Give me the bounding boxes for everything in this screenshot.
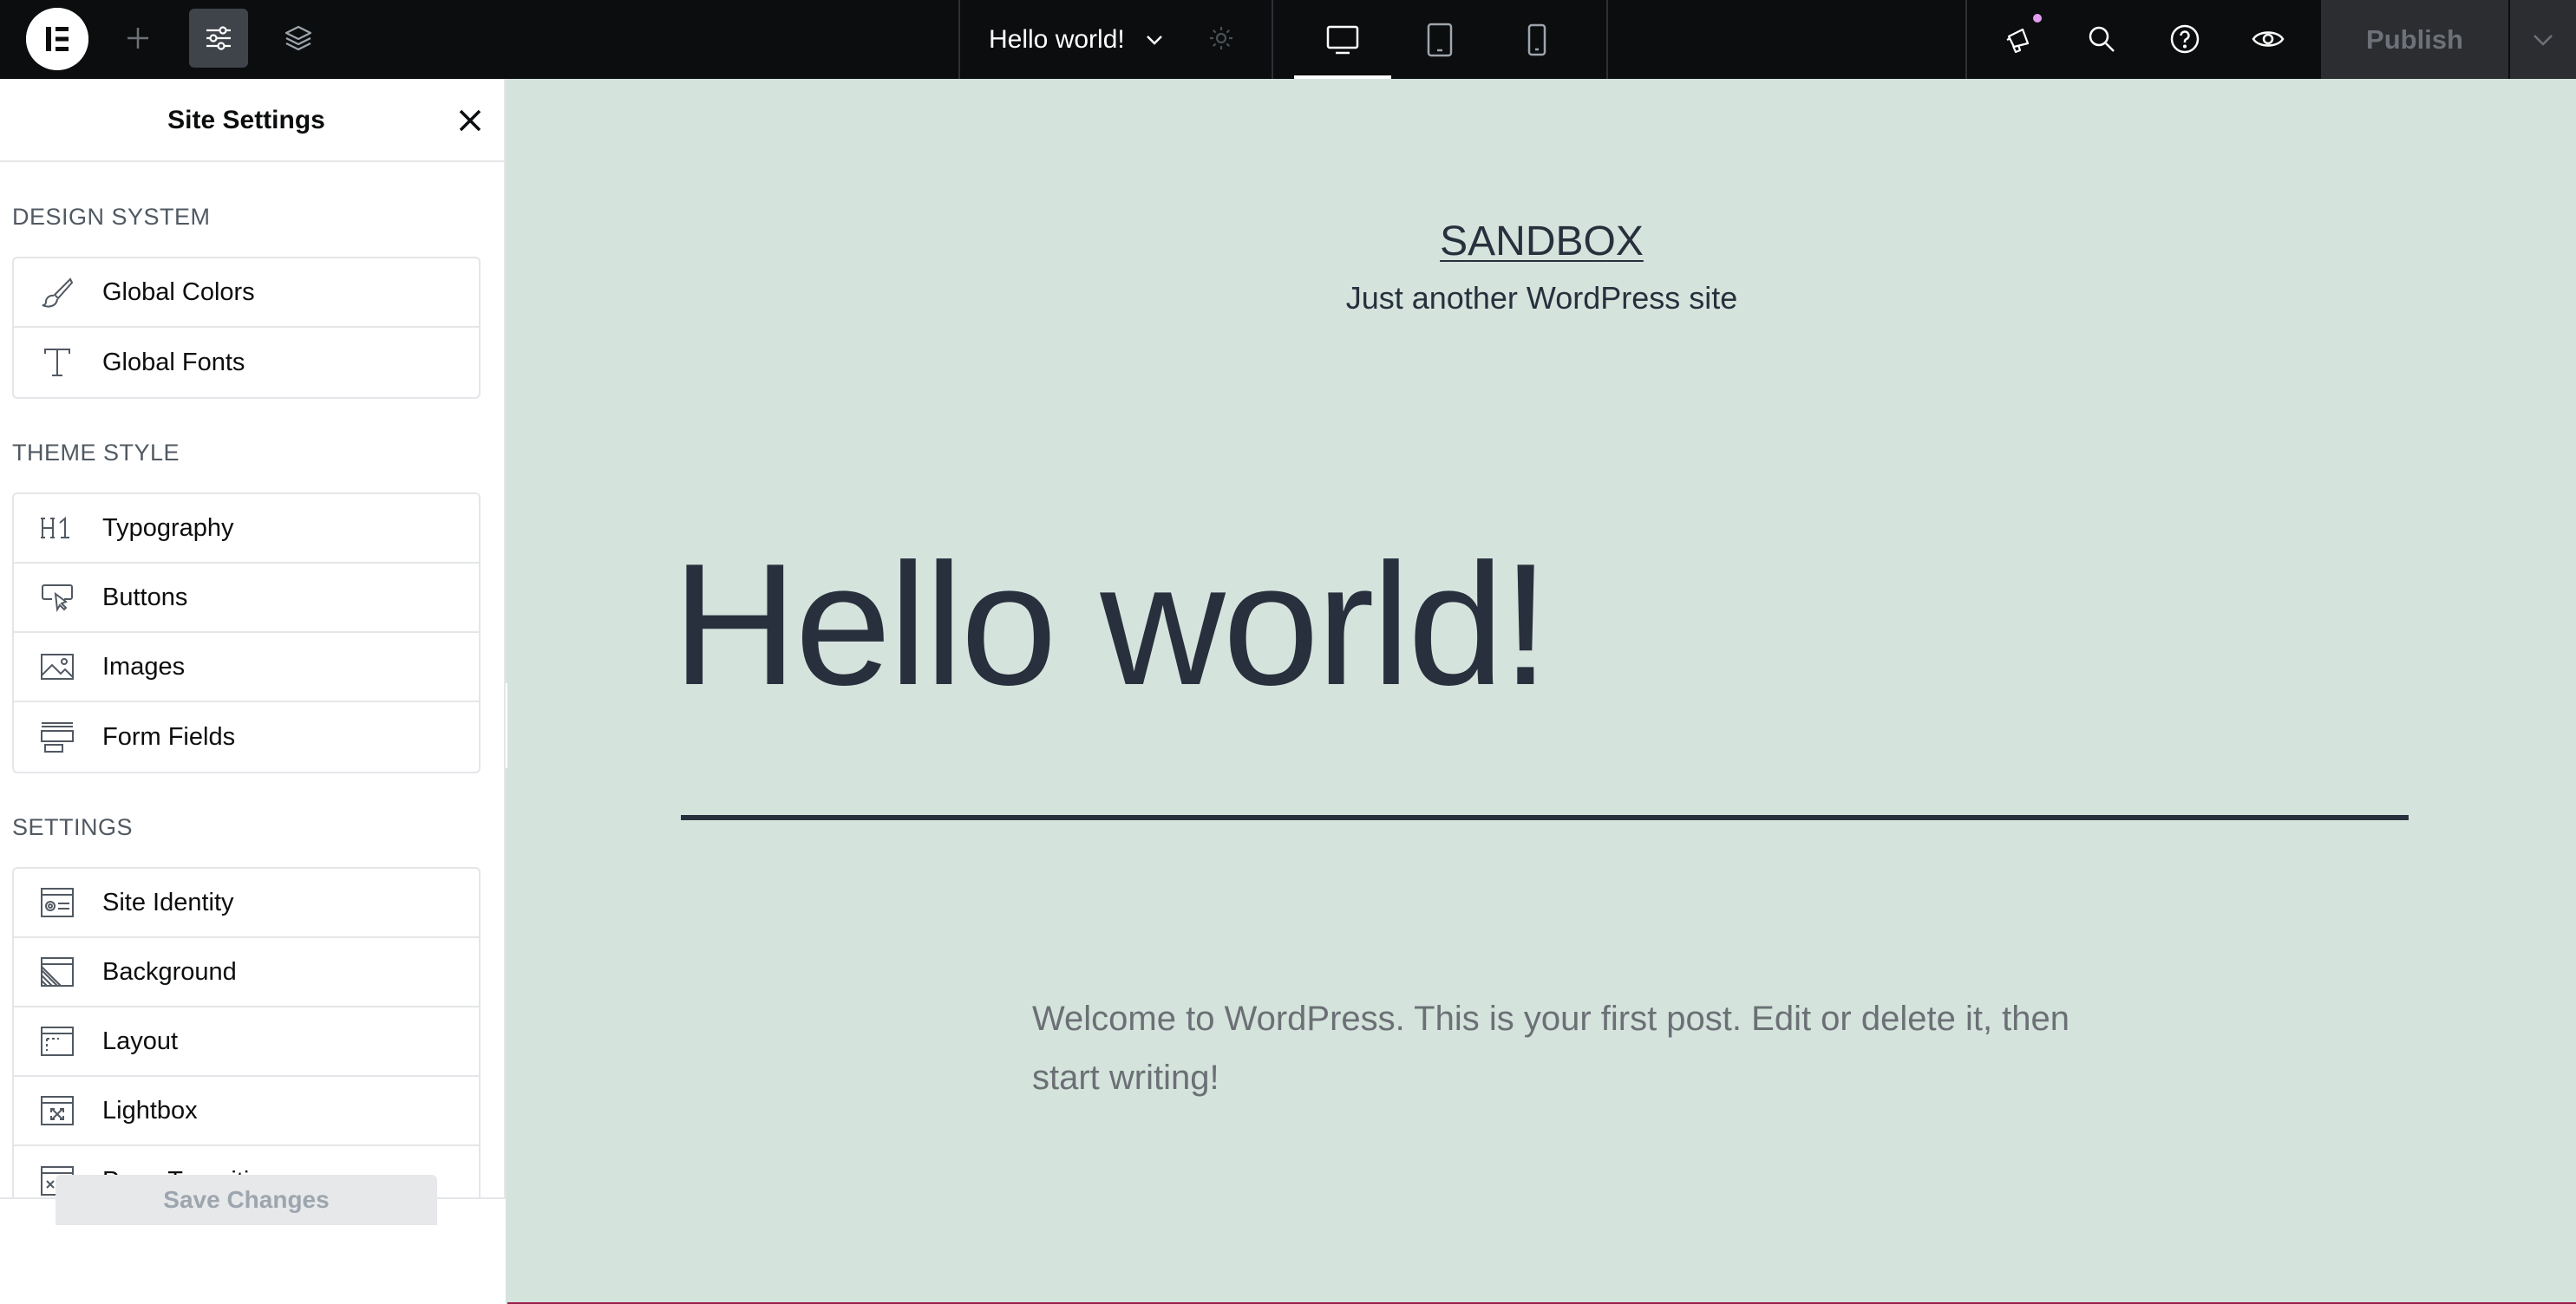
menu-item-label: Global Fonts	[102, 348, 245, 376]
separator-line	[681, 815, 2409, 820]
menu-item-layout[interactable]: Layout	[14, 1007, 479, 1077]
layers-icon[interactable]	[269, 9, 328, 68]
menu-item-global-colors[interactable]: Global Colors	[14, 258, 479, 328]
close-icon[interactable]	[453, 103, 487, 138]
lightbox-icon	[40, 1093, 75, 1128]
menu-item-images[interactable]: Images	[14, 633, 479, 702]
elementor-logo-icon[interactable]	[26, 8, 88, 70]
menu-item-lightbox[interactable]: Lightbox	[14, 1077, 479, 1146]
chevron-down-icon	[1144, 29, 1165, 50]
form-fields-icon	[40, 720, 75, 754]
menu-item-global-fonts[interactable]: Global Fonts	[14, 328, 479, 397]
panel-header: Site Settings	[0, 79, 506, 162]
search-icon[interactable]	[2083, 21, 2120, 57]
menu-item-label: Background	[102, 957, 237, 986]
top-bar: Hello world! Publish	[0, 0, 2576, 79]
layout-icon	[40, 1024, 75, 1059]
background-icon	[40, 955, 75, 989]
eye-icon[interactable]	[2250, 21, 2286, 57]
button-cursor-icon	[40, 580, 75, 615]
help-icon[interactable]	[2167, 21, 2203, 57]
megaphone-icon[interactable]	[2002, 21, 2038, 57]
menu-item-label: Form Fields	[102, 722, 236, 751]
menu-item-background[interactable]: Background	[14, 938, 479, 1007]
page-preview-canvas[interactable]: SANDBOX Just another WordPress site Hell…	[507, 79, 2576, 1304]
site-settings-panel: Site Settings DESIGN SYSTEM Global Color…	[0, 79, 506, 1304]
menu-item-label: Lightbox	[102, 1096, 198, 1125]
section-label-theme-style: THEME STYLE	[12, 440, 180, 466]
text-t-icon	[40, 345, 75, 380]
site-title-link[interactable]: SANDBOX	[1440, 218, 1644, 264]
post-content[interactable]: Welcome to WordPress. This is your first…	[1032, 989, 2073, 1107]
menu-item-buttons[interactable]: Buttons	[14, 564, 479, 633]
panel-title: Site Settings	[167, 106, 325, 134]
publish-options-button[interactable]	[2510, 0, 2576, 79]
site-tagline: Just another WordPress site	[1345, 280, 1738, 316]
mobile-icon[interactable]	[1488, 0, 1585, 79]
site-title[interactable]: SANDBOX	[507, 218, 2576, 265]
brush-icon	[40, 275, 75, 310]
menu-item-label: Buttons	[102, 583, 188, 611]
sliders-icon[interactable]	[189, 9, 248, 68]
plus-icon[interactable]	[108, 9, 167, 68]
menu-group-theme-style: Typography Buttons Images Form Fields	[12, 492, 481, 773]
save-changes-button[interactable]: Save Changes	[56, 1175, 437, 1225]
section-label-design-system: DESIGN SYSTEM	[12, 204, 211, 230]
notification-dot	[2031, 12, 2043, 24]
menu-item-label: Typography	[102, 513, 234, 542]
tablet-icon[interactable]	[1391, 0, 1488, 79]
document-title: Hello world!	[989, 24, 1125, 54]
desktop-icon[interactable]	[1294, 0, 1391, 79]
menu-item-label: Global Colors	[102, 277, 255, 306]
chevron-down-icon	[2530, 27, 2556, 53]
menu-item-label: Site Identity	[102, 888, 234, 916]
gear-icon[interactable]	[1204, 21, 1239, 55]
menu-item-label: Images	[102, 652, 186, 681]
menu-group-settings: Site Identity Background Layout Lightbox	[12, 867, 481, 1197]
menu-item-label: Layout	[102, 1027, 179, 1055]
publish-button[interactable]: Publish	[2321, 0, 2508, 79]
image-icon	[40, 649, 75, 684]
menu-item-typography[interactable]: Typography	[14, 494, 479, 564]
section-label-settings: SETTINGS	[12, 814, 134, 840]
menu-item-site-identity[interactable]: Site Identity	[14, 869, 479, 938]
post-title[interactable]: Hello world!	[672, 530, 1550, 720]
document-title-dropdown[interactable]: Hello world!	[989, 0, 1165, 79]
menu-item-form-fields[interactable]: Form Fields	[14, 702, 479, 772]
site-identity-icon	[40, 885, 75, 920]
heading-h1-icon	[40, 511, 75, 545]
menu-group-design-system: Global Colors Global Fonts	[12, 257, 481, 399]
